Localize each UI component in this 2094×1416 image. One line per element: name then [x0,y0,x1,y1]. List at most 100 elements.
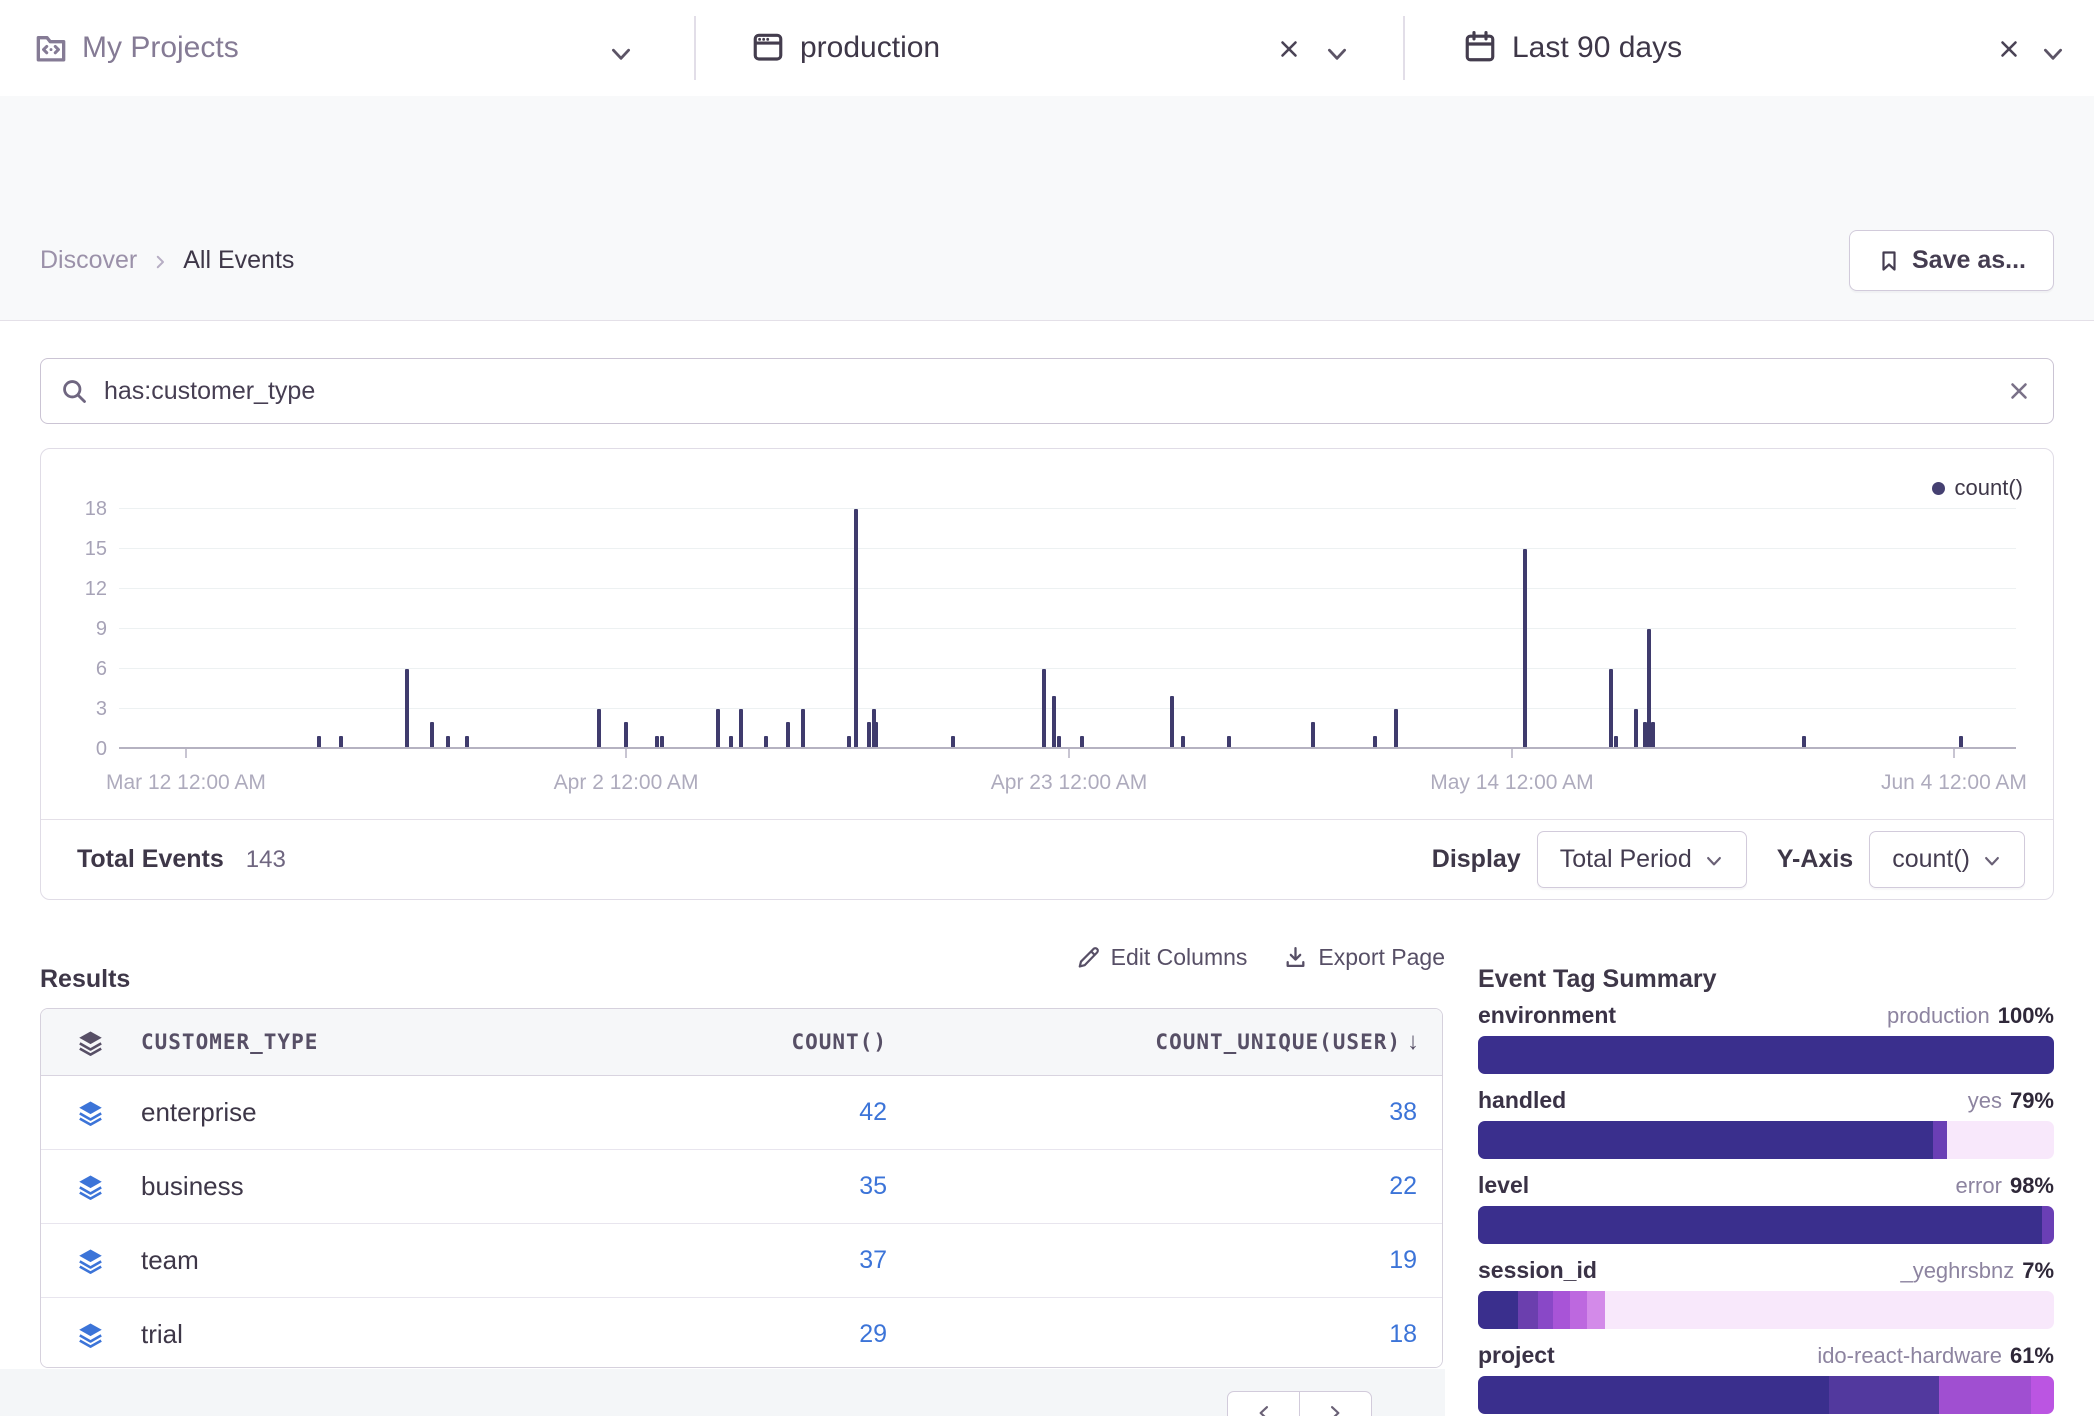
daterange-filter-label[interactable]: Last 90 days [1512,0,1682,96]
breadcrumb-discover-link[interactable]: Discover [40,246,137,275]
count-cell[interactable]: 37 [859,1224,887,1297]
tag-bar-segment[interactable] [1538,1291,1552,1329]
count-unique-cell[interactable]: 38 [1389,1076,1417,1149]
export-page-button[interactable]: Export Page [1283,944,1445,971]
stack-icon [77,1173,104,1200]
environment-icon [750,29,786,65]
project-filter-label[interactable]: My Projects [82,0,239,96]
next-page-button[interactable] [1299,1391,1372,1416]
y-axis-tick-label: 0 [41,738,107,760]
y-axis-select[interactable]: count() [1869,831,2025,888]
previous-page-button[interactable] [1227,1391,1300,1416]
edit-columns-label: Edit Columns [1111,944,1248,971]
tag-bar-segment[interactable] [2042,1206,2054,1244]
tag-bar-segment[interactable] [1478,1206,2042,1244]
tag-bar-segment[interactable] [1570,1291,1587,1329]
tag-bar-segment[interactable] [1933,1121,1947,1159]
chart-bar [660,736,664,747]
tag-summary-row: handled yes79% [1478,1087,2054,1159]
tag-bar-segment[interactable] [1478,1291,1518,1329]
count-cell[interactable]: 35 [859,1150,887,1223]
table-row[interactable]: trial 29 18 [41,1298,1442,1368]
chevron-down-icon [1704,851,1724,871]
chevron-down-icon[interactable] [1324,41,1350,67]
gridline [119,548,2016,549]
pencil-icon [1076,945,1101,970]
legend-label: count() [1955,475,2023,501]
tag-percent: 100% [1998,1003,2054,1028]
pagination [1227,1391,1372,1416]
tag-bar[interactable] [1478,1291,2054,1329]
clear-daterange-icon[interactable] [1997,37,2021,61]
tag-bar-segment[interactable] [1478,1036,2054,1074]
save-as-button[interactable]: Save as... [1849,230,2054,291]
count-cell[interactable]: 42 [859,1076,887,1149]
tag-bar[interactable] [1478,1121,2054,1159]
clear-search-icon[interactable] [2007,379,2031,403]
gridline [119,708,2016,709]
tag-bar-segment[interactable] [2031,1376,2054,1414]
tag-top-value: error [1956,1173,2002,1198]
table-body: enterprise 42 38 business 35 22 team 37 … [41,1076,1442,1368]
column-header-count-unique[interactable]: COUNT_UNIQUE(USER) ↓ [1155,1009,1420,1075]
tag-bar-segment[interactable] [1553,1291,1570,1329]
display-select[interactable]: Total Period [1537,831,1747,888]
count-unique-cell[interactable]: 19 [1389,1224,1417,1297]
tag-bar-segment[interactable] [1947,1121,2054,1159]
count-unique-cell[interactable]: 22 [1389,1150,1417,1223]
x-axis-tick-label: Jun 4 12:00 AM [1881,771,2027,795]
customer-type-cell: trial [141,1298,183,1368]
page-filter-bar: My Projects production Last 90 days [0,0,2094,97]
tag-bar[interactable] [1478,1036,2054,1074]
count-unique-cell[interactable]: 18 [1389,1298,1417,1368]
chart-bar [1052,696,1056,747]
gridline [119,668,2016,669]
chart-bar [1614,736,1618,747]
customer-type-cell: business [141,1150,244,1223]
tag-bar-segment[interactable] [1605,1291,2054,1329]
results-table: CUSTOMER_TYPE COUNT() COUNT_UNIQUE(USER)… [40,1008,1443,1368]
chart-bar [1634,709,1638,747]
chevron-down-icon[interactable] [2040,41,2066,67]
tag-bar-segment[interactable] [1518,1291,1538,1329]
environment-filter-label[interactable]: production [800,0,940,96]
table-row[interactable]: business 35 22 [41,1150,1442,1224]
x-axis-tick [1953,749,1955,758]
search-query-value[interactable]: has:customer_type [104,377,2007,406]
tag-bar[interactable] [1478,1376,2054,1414]
table-row[interactable]: enterprise 42 38 [41,1076,1442,1150]
column-header-customer-type[interactable]: CUSTOMER_TYPE [141,1009,318,1075]
edit-columns-button[interactable]: Edit Columns [1076,944,1248,971]
y-axis-tick-label: 9 [41,618,107,640]
save-as-label: Save as... [1912,246,2026,275]
count-cell[interactable]: 29 [859,1298,887,1368]
results-heading: Results [40,965,130,994]
chart-bar [874,722,878,747]
chart-bar [405,669,409,747]
tag-name: session_id [1478,1257,1597,1284]
tag-bar-segment[interactable] [1478,1376,1829,1414]
tag-bar-segment[interactable] [1939,1376,2031,1414]
bookmark-icon [1877,248,1901,274]
chart-bar [764,736,768,747]
tag-summary-row: environment production100% [1478,1002,2054,1074]
tag-bar-segment[interactable] [1829,1376,1938,1414]
search-input[interactable]: has:customer_type [40,358,2054,424]
chart-bar [1651,722,1655,747]
y-axis-tick-label: 18 [41,498,107,520]
event-tag-summary-heading: Event Tag Summary [1478,965,1717,994]
x-axis-tick-label: Mar 12 12:00 AM [106,771,266,795]
chart-bar [739,709,743,747]
customer-type-cell: team [141,1224,199,1297]
chart-legend[interactable]: count() [1932,475,2023,501]
tag-bar-segment[interactable] [1587,1291,1604,1329]
tag-bar[interactable] [1478,1206,2054,1244]
table-row[interactable]: team 37 19 [41,1224,1442,1298]
chart-bar [1181,736,1185,747]
tag-bar-segment[interactable] [1478,1121,1933,1159]
column-header-count[interactable]: COUNT() [791,1009,887,1075]
clear-environment-icon[interactable] [1277,37,1301,61]
y-axis-selected-value: count() [1892,845,1970,874]
chart-bar [624,722,628,747]
chevron-down-icon[interactable] [608,41,634,67]
